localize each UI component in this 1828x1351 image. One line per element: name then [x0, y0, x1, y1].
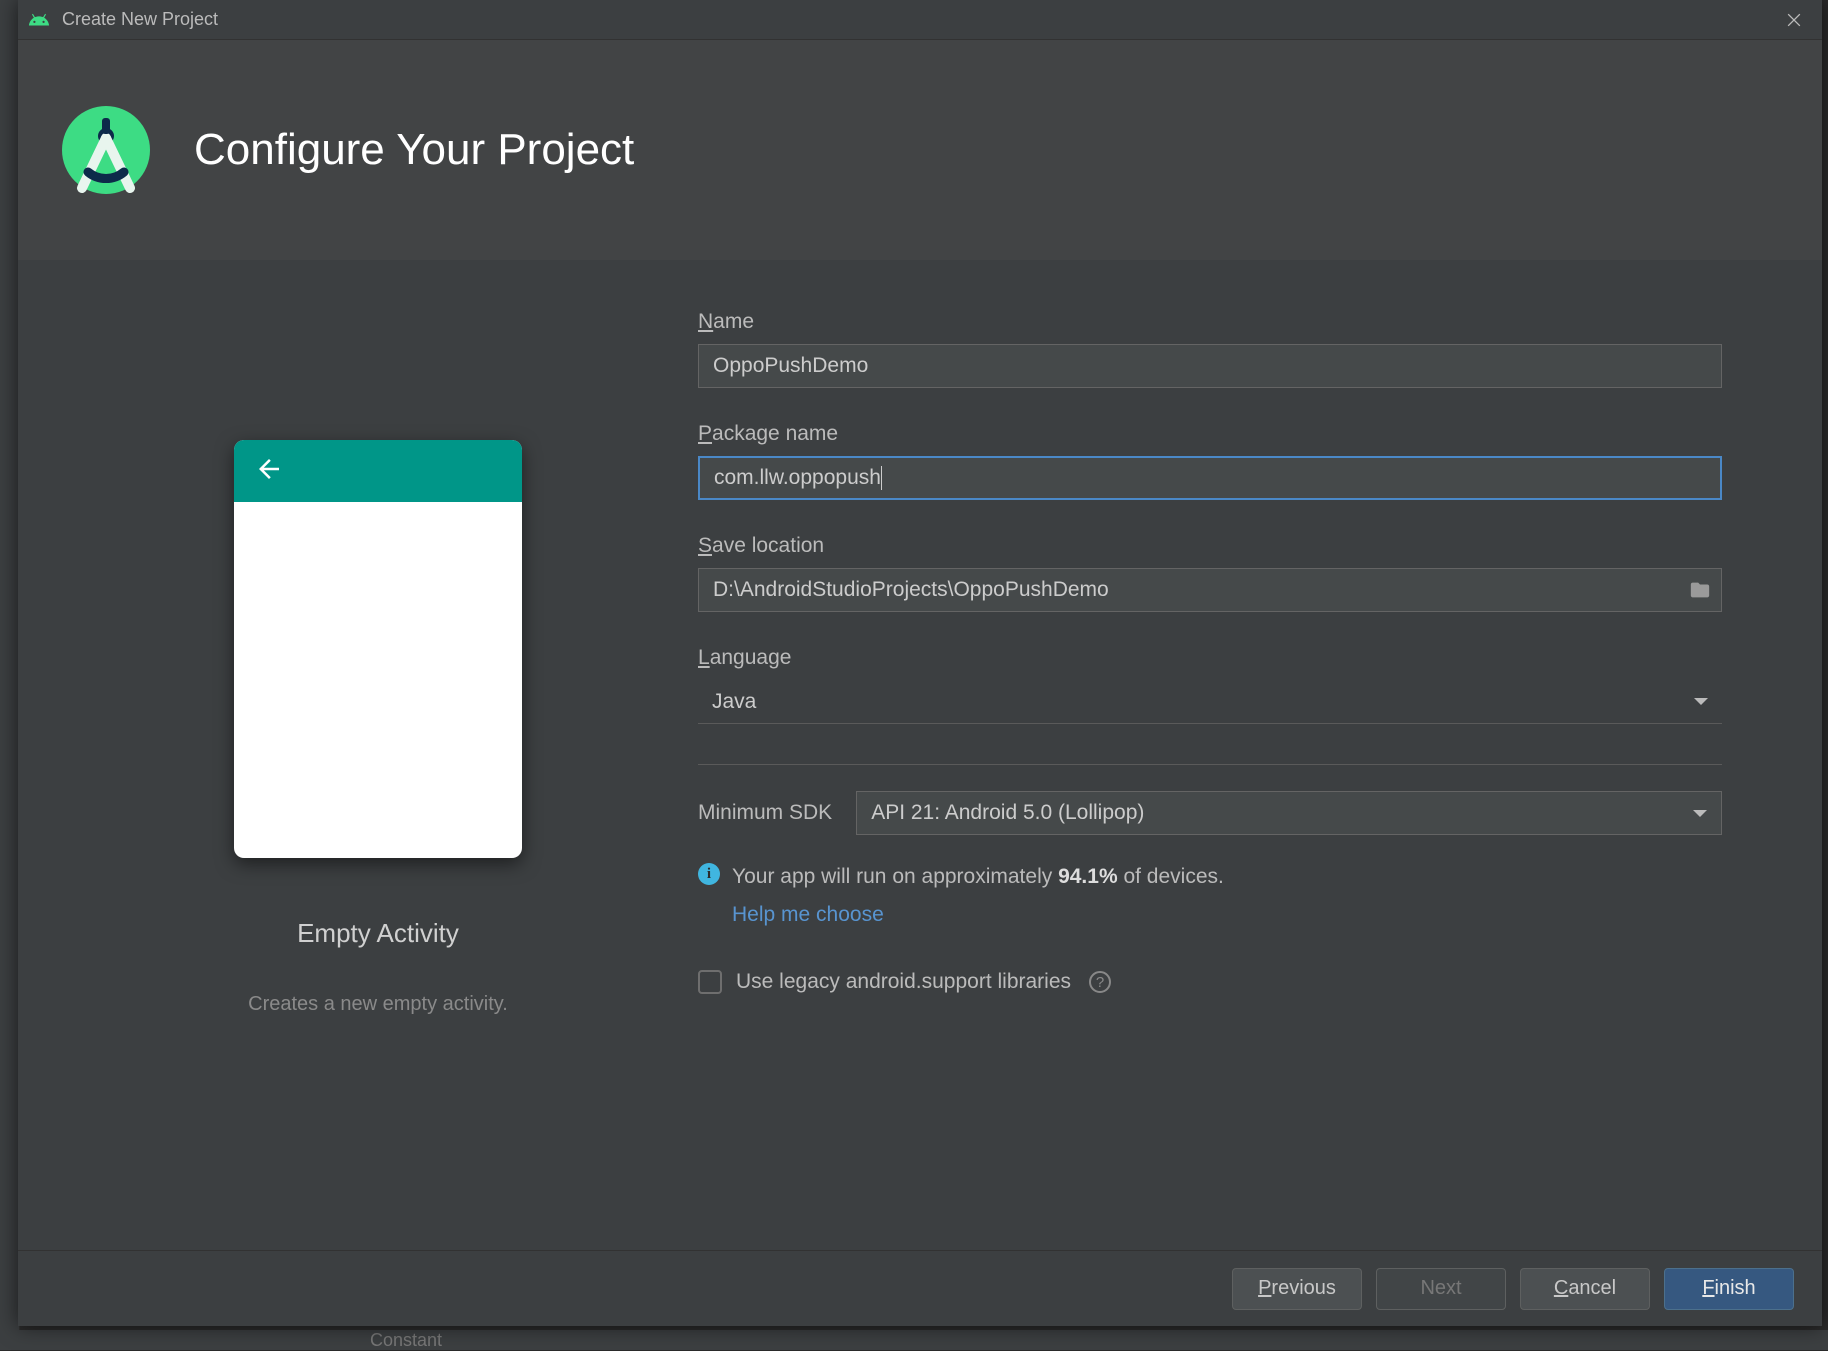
min-sdk-label: Minimum SDK	[698, 801, 832, 825]
page-title: Configure Your Project	[194, 125, 634, 175]
chevron-down-icon	[1693, 810, 1707, 817]
legacy-support-label: Use legacy android.support libraries	[736, 970, 1071, 994]
dialog-title: Create New Project	[62, 9, 218, 30]
language-select-value: Java	[712, 690, 756, 714]
android-studio-logo-icon	[58, 102, 154, 198]
phone-preview-appbar	[234, 440, 522, 502]
template-preview-pane: Empty Activity Creates a new empty activ…	[58, 310, 698, 1250]
dialog-content: Empty Activity Creates a new empty activ…	[18, 260, 1822, 1250]
next-button: Next	[1376, 1268, 1506, 1310]
legacy-support-checkbox[interactable]	[698, 970, 722, 994]
back-arrow-icon	[254, 454, 284, 489]
template-description: Creates a new empty activity.	[248, 993, 508, 1016]
dialog-header: Configure Your Project	[18, 40, 1822, 260]
name-input[interactable]	[698, 344, 1722, 388]
template-name: Empty Activity	[297, 918, 459, 949]
ide-background-strip	[0, 0, 20, 1350]
sdk-info-text: Your app will run on approximately 94.1%…	[732, 861, 1224, 930]
min-sdk-select[interactable]: API 21: Android 5.0 (Lollipop)	[856, 791, 1722, 835]
chevron-down-icon	[1694, 698, 1708, 705]
browse-folder-icon[interactable]	[1688, 578, 1712, 602]
name-label: Name	[698, 310, 1722, 334]
package-input-value: com.llw.oppopush	[714, 466, 881, 490]
help-me-choose-link[interactable]: Help me choose	[732, 899, 884, 931]
language-label: Language	[698, 646, 1722, 670]
close-button[interactable]	[1776, 2, 1812, 38]
cancel-button[interactable]: Cancel	[1520, 1268, 1650, 1310]
help-icon[interactable]: ?	[1089, 971, 1111, 993]
dialog-titlebar: Create New Project	[18, 0, 1822, 40]
sdk-info-row: i Your app will run on approximately 94.…	[698, 861, 1722, 930]
divider	[698, 764, 1722, 765]
min-sdk-value: API 21: Android 5.0 (Lollipop)	[871, 801, 1144, 825]
save-location-input[interactable]	[698, 568, 1722, 612]
android-icon	[28, 9, 50, 31]
phone-preview	[234, 440, 522, 858]
previous-button[interactable]: Previous	[1232, 1268, 1362, 1310]
finish-button[interactable]: Finish	[1664, 1268, 1794, 1310]
language-select[interactable]: Java	[698, 680, 1722, 724]
ide-background-bottom: Constant	[0, 1330, 1828, 1350]
form-pane: Name Package name com.llw.oppopush Save …	[698, 310, 1782, 1250]
dialog-footer: Previous Next Cancel Finish	[18, 1250, 1822, 1326]
package-input[interactable]: com.llw.oppopush	[698, 456, 1722, 500]
info-icon: i	[698, 863, 720, 885]
package-label: Package name	[698, 422, 1722, 446]
new-project-dialog: Create New Project Configure Your Projec…	[18, 0, 1822, 1326]
save-location-label: Save location	[698, 534, 1722, 558]
